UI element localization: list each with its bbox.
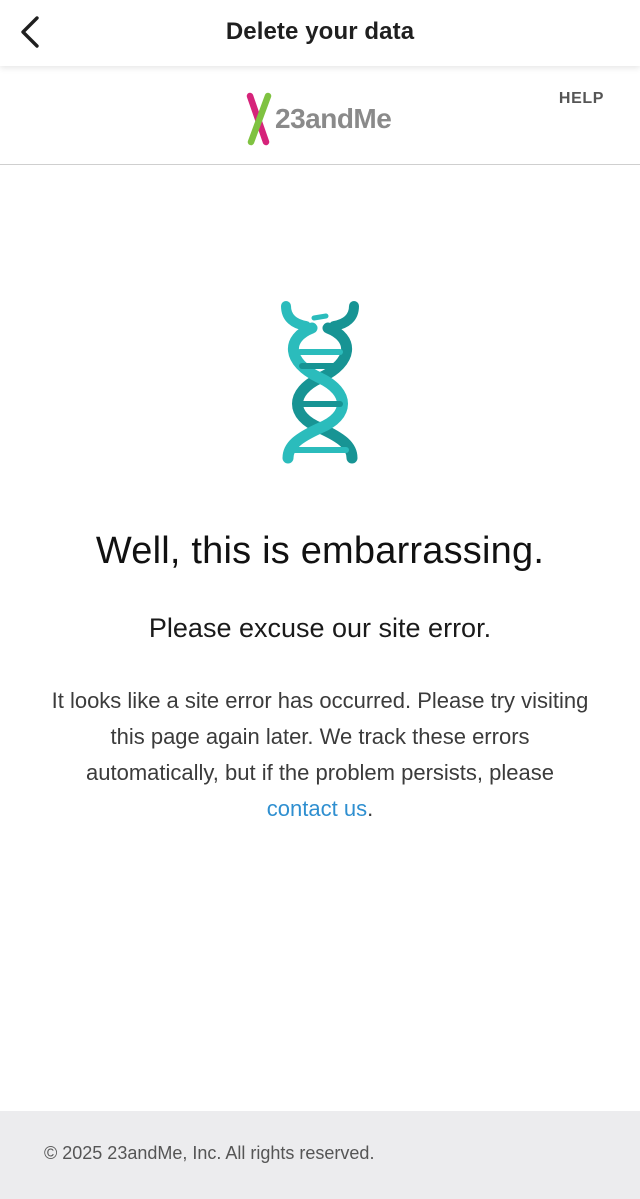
error-headline: Well, this is embarrassing. — [95, 530, 545, 572]
top-nav-bar: Delete your data — [0, 0, 640, 66]
page: Delete your data 23andMe HELP Well, this… — [0, 0, 640, 1199]
error-message-text: It looks like a site error has occurred.… — [51, 688, 589, 785]
help-link[interactable]: HELP — [559, 90, 604, 108]
logo[interactable]: 23andMe — [244, 92, 392, 146]
error-subhead: Please excuse our site error. — [148, 613, 492, 643]
23andme-logo-mark-icon — [246, 92, 272, 146]
copyright-text: © 2025 23andMe, Inc. All rights reserved… — [44, 1143, 375, 1163]
contact-us-link[interactable]: contact us — [267, 796, 367, 821]
site-header: 23andMe HELP — [0, 66, 640, 165]
logo-text: 23andMe — [275, 103, 392, 134]
nav-title: Delete your data — [225, 18, 415, 45]
dna-helix-icon — [281, 301, 359, 464]
error-message: It looks like a site error has occurred.… — [50, 683, 590, 827]
error-message-end: . — [367, 796, 374, 821]
footer: © 2025 23andMe, Inc. All rights reserved… — [0, 1111, 640, 1199]
